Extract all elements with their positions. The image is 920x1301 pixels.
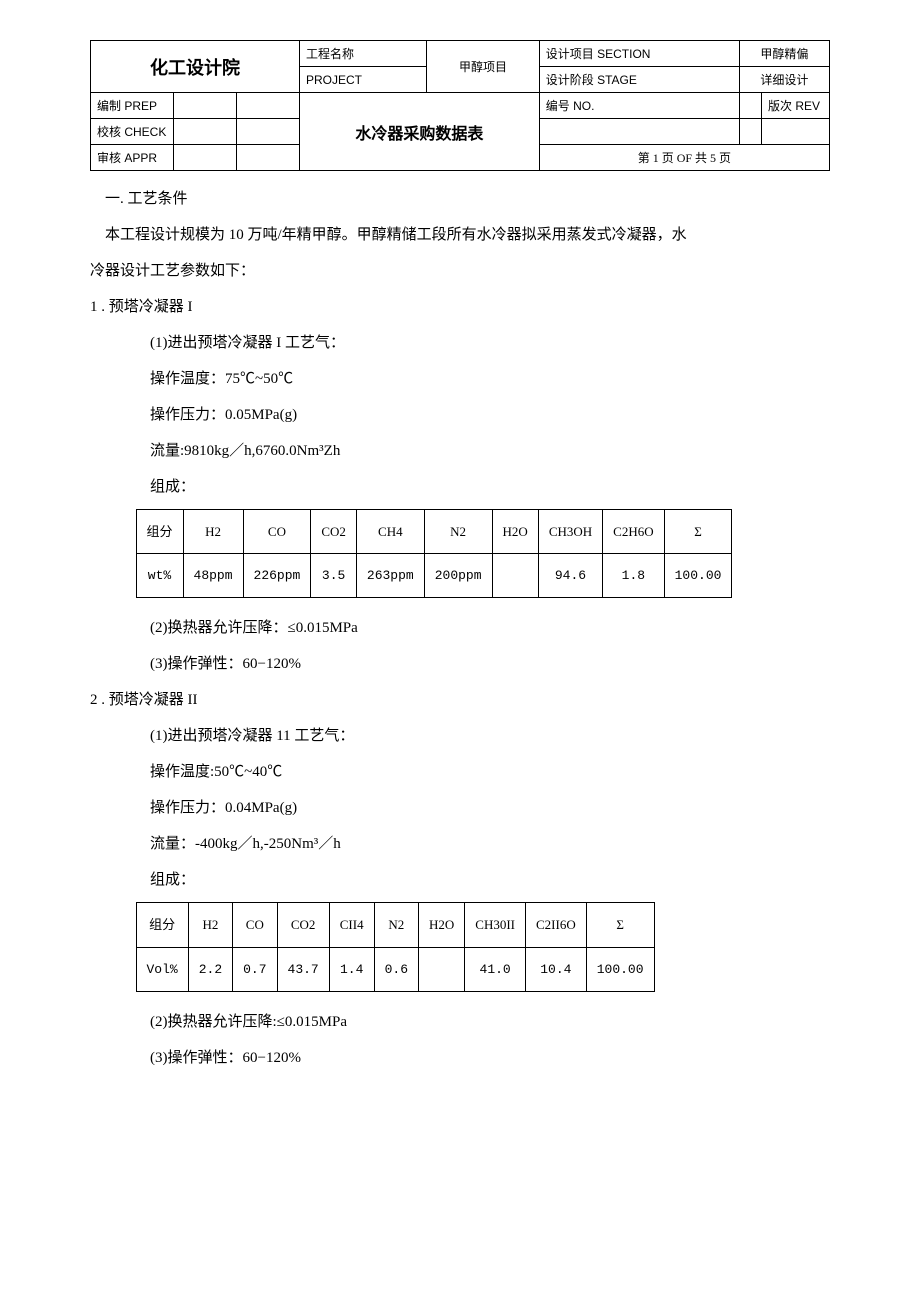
- item1-flow: 流量:9810kg／h,6760.0Nm³Zh: [90, 433, 830, 469]
- header-table: 化工设计院 工程名称 甲醇项目 设计项目 SECTION 甲醇精偏 PROJEC…: [90, 40, 830, 171]
- t2h2: CO: [233, 903, 277, 947]
- t1v1: 226ppm: [243, 554, 311, 598]
- t2h0: 组分: [136, 903, 188, 947]
- document-title: 水冷器采购数据表: [300, 93, 540, 171]
- stage-value: 详细设计: [739, 67, 829, 93]
- item1-title: 1 . 预塔冷凝器 I: [90, 289, 830, 325]
- t2v4: 0.6: [374, 947, 418, 991]
- check-label: 校核 CHECK: [91, 119, 174, 145]
- project-name: 甲醇项目: [427, 41, 540, 93]
- item1-sub1: (1)进出预塔冷凝器 I 工艺气：: [90, 325, 830, 361]
- t1v2: 3.5: [311, 554, 357, 598]
- section-value: 甲醇精偏: [739, 41, 829, 67]
- t1h6: H2O: [492, 510, 538, 554]
- t1h9: Σ: [664, 510, 732, 554]
- t2h9: Σ: [586, 903, 654, 947]
- t2h7: CH30II: [465, 903, 526, 947]
- t1h3: CO2: [311, 510, 357, 554]
- item2-press: 操作压力：0.04MPa(g): [90, 790, 830, 826]
- item1-comp-label: 组成：: [90, 469, 830, 505]
- t1h5: N2: [424, 510, 492, 554]
- item2-sub3: (3)操作弹性：60−120%: [90, 1040, 830, 1076]
- no-label: 编号 NO.: [539, 93, 739, 119]
- prep-value: [174, 93, 237, 119]
- t2v8: 100.00: [586, 947, 654, 991]
- t2r: Vol%: [136, 947, 188, 991]
- item1-sub2: (2)换热器允许压降：≤0.015MPa: [90, 610, 830, 646]
- t1v6: 94.6: [538, 554, 602, 598]
- composition-table-2: 组分 H2 CO CO2 CII4 N2 H2O CH30II C2II6O Σ…: [136, 902, 655, 991]
- t2v3: 1.4: [329, 947, 374, 991]
- section-label: 设计项目 SECTION: [539, 41, 739, 67]
- t1h7: CH3OH: [538, 510, 602, 554]
- page-info: 第 1 页 OF 共 5 页: [539, 145, 829, 171]
- table1-header-row: 组分 H2 CO CO2 CH4 N2 H2O CH3OH C2H6O Σ: [136, 510, 732, 554]
- intro-line-1: 本工程设计规模为 10 万吨/年精甲醇。甲醇精储工段所有水冷器拟采用蒸发式冷凝器…: [90, 217, 830, 253]
- table2-data-row: Vol% 2.2 0.7 43.7 1.4 0.6 41.0 10.4 100.…: [136, 947, 654, 991]
- t2h6: H2O: [419, 903, 465, 947]
- t2h3: CO2: [277, 903, 329, 947]
- t2h8: C2II6O: [526, 903, 587, 947]
- item2-sub1: (1)进出预塔冷凝器 11 工艺气：: [90, 718, 830, 754]
- rev-value: [762, 119, 830, 145]
- check-value: [174, 119, 237, 145]
- t2v0: 2.2: [188, 947, 232, 991]
- t2v1: 0.7: [233, 947, 277, 991]
- t1v7: 1.8: [603, 554, 664, 598]
- item2-title: 2 . 预塔冷凝器 II: [90, 682, 830, 718]
- t2v5: [419, 947, 465, 991]
- item1-press: 操作压力：0.05MPa(g): [90, 397, 830, 433]
- table2-header-row: 组分 H2 CO CO2 CII4 N2 H2O CH30II C2II6O Σ: [136, 903, 654, 947]
- no-value: [739, 93, 761, 119]
- no-value2: [539, 119, 739, 145]
- t1r: wt%: [136, 554, 183, 598]
- t1h2: CO: [243, 510, 311, 554]
- section-title: 一. 工艺条件: [90, 181, 830, 217]
- composition-table-1: 组分 H2 CO CO2 CH4 N2 H2O CH3OH C2H6O Σ wt…: [136, 509, 733, 598]
- t2v2: 43.7: [277, 947, 329, 991]
- t1v5: [492, 554, 538, 598]
- t2h5: N2: [374, 903, 418, 947]
- item1-sub3: (3)操作弹性：60−120%: [90, 646, 830, 682]
- rev-label: 版次 REV: [762, 93, 830, 119]
- t1h4: CH4: [356, 510, 424, 554]
- project-label-en: PROJECT: [300, 67, 427, 93]
- appr-label: 审核 APPR: [91, 145, 174, 171]
- content-body: 一. 工艺条件 本工程设计规模为 10 万吨/年精甲醇。甲醇精储工段所有水冷器拟…: [90, 181, 830, 1076]
- intro-line-2: 冷器设计工艺参数如下：: [90, 253, 830, 289]
- stage-label: 设计阶段 STAGE: [539, 67, 739, 93]
- table1-data-row: wt% 48ppm 226ppm 3.5 263ppm 200ppm 94.6 …: [136, 554, 732, 598]
- t1h8: C2H6O: [603, 510, 664, 554]
- item1-temp: 操作温度：75℃~50℃: [90, 361, 830, 397]
- t2v7: 10.4: [526, 947, 587, 991]
- item2-temp: 操作温度:50℃~40℃: [90, 754, 830, 790]
- prep-date: [237, 93, 300, 119]
- t1v4: 200ppm: [424, 554, 492, 598]
- check-date: [237, 119, 300, 145]
- prep-label: 编制 PREP: [91, 93, 174, 119]
- appr-date: [237, 145, 300, 171]
- t1v3: 263ppm: [356, 554, 424, 598]
- t1v8: 100.00: [664, 554, 732, 598]
- rev-blank1: [739, 119, 761, 145]
- item2-sub2: (2)换热器允许压降:≤0.015MPa: [90, 1004, 830, 1040]
- institute-name: 化工设计院: [91, 41, 300, 93]
- t2h1: H2: [188, 903, 232, 947]
- item2-flow: 流量：-400kg／h,-250Nm³／h: [90, 826, 830, 862]
- appr-value: [174, 145, 237, 171]
- t1h1: H2: [183, 510, 243, 554]
- t1h0: 组分: [136, 510, 183, 554]
- t2h4: CII4: [329, 903, 374, 947]
- item2-comp-label: 组成：: [90, 862, 830, 898]
- t1v0: 48ppm: [183, 554, 243, 598]
- t2v6: 41.0: [465, 947, 526, 991]
- project-label: 工程名称: [300, 41, 427, 67]
